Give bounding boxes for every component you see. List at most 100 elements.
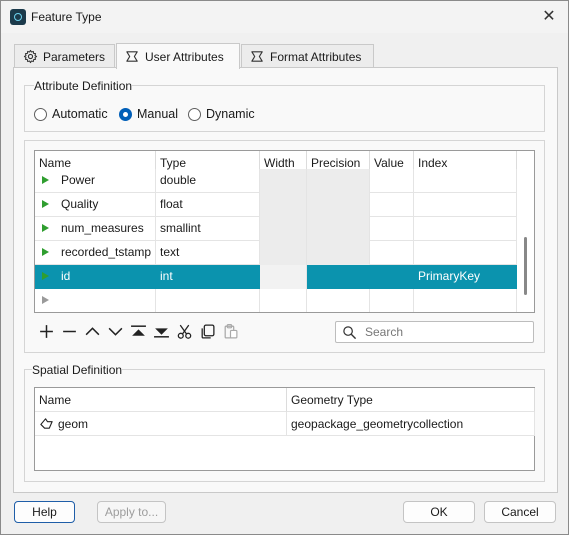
radio-indicator-checked — [119, 107, 132, 121]
cell-index[interactable] — [414, 217, 517, 241]
cell-geometry-name[interactable]: geom — [35, 412, 287, 436]
move-top-icon[interactable] — [129, 322, 148, 341]
search-input[interactable] — [363, 324, 528, 340]
cell-type[interactable]: smallint — [156, 217, 260, 241]
cell-value[interactable] — [370, 265, 414, 289]
radio-manual-label: Manual — [137, 107, 178, 121]
cell-precision[interactable] — [307, 169, 370, 193]
cell-width[interactable] — [260, 289, 307, 312]
cell-type[interactable]: int — [156, 265, 260, 289]
table-row-new[interactable] — [35, 289, 517, 312]
vertical-scrollbar[interactable] — [517, 151, 533, 312]
cell-name[interactable]: recorded_tstamp — [35, 241, 156, 265]
cell-name-text: Power — [61, 173, 96, 187]
cell-index[interactable] — [414, 193, 517, 217]
paste-icon[interactable] — [221, 322, 240, 341]
cell-type[interactable] — [156, 289, 260, 312]
cell-name[interactable]: num_measures — [35, 217, 156, 241]
cell-width[interactable] — [260, 265, 307, 289]
radio-manual[interactable]: Manual — [119, 107, 178, 121]
cell-type[interactable]: double — [156, 169, 260, 193]
column-header-name[interactable]: Name — [35, 388, 287, 412]
cell-index[interactable]: PrimaryKey — [414, 265, 517, 289]
ok-button[interactable]: OK — [403, 501, 475, 523]
table-row[interactable]: Power double — [35, 169, 517, 193]
feature-type-dialog: Feature Type ✕ Parameters User Attribute… — [0, 0, 569, 535]
apply-to-button[interactable]: Apply to... — [97, 501, 166, 523]
cell-width[interactable] — [260, 193, 307, 217]
cell-precision[interactable] — [307, 217, 370, 241]
row-arrow-icon — [42, 223, 49, 232]
cell-precision[interactable] — [307, 265, 370, 289]
radio-automatic[interactable]: Automatic — [34, 107, 108, 121]
attribute-icon — [126, 51, 138, 62]
cell-name[interactable] — [35, 289, 156, 312]
cell-value[interactable] — [370, 193, 414, 217]
search-icon — [343, 326, 357, 340]
cell-name-text: num_measures — [61, 221, 144, 235]
tab-format-attributes[interactable]: Format Attributes — [241, 44, 374, 68]
tab-format-attributes-label: Format Attributes — [270, 49, 362, 64]
new-row-arrow-icon — [42, 295, 49, 304]
move-bottom-icon[interactable] — [152, 322, 171, 341]
table-row[interactable]: num_measures smallint — [35, 217, 517, 241]
geometry-icon — [40, 418, 53, 430]
radio-indicator — [34, 107, 47, 121]
tab-parameters[interactable]: Parameters — [14, 44, 115, 68]
cell-name[interactable]: Quality — [35, 193, 156, 217]
title-bar: Feature Type ✕ — [1, 1, 568, 33]
tab-user-attributes[interactable]: User Attributes — [116, 43, 240, 69]
cell-width[interactable] — [260, 241, 307, 265]
cell-index[interactable] — [414, 241, 517, 265]
tab-user-attributes-label: User Attributes — [145, 49, 224, 64]
cell-width[interactable] — [260, 169, 307, 193]
copy-icon[interactable] — [198, 322, 217, 341]
cancel-button[interactable]: Cancel — [484, 501, 556, 523]
cell-index[interactable] — [414, 289, 517, 312]
cell-type[interactable]: float — [156, 193, 260, 217]
cell-precision[interactable] — [307, 289, 370, 312]
radio-indicator — [188, 107, 201, 121]
spatial-table[interactable]: Name Geometry Type geom geopackage_geome… — [34, 387, 535, 471]
help-button[interactable]: Help — [14, 501, 75, 523]
row-arrow-icon — [42, 247, 49, 256]
cut-icon[interactable] — [175, 322, 194, 341]
column-header-geometry-type[interactable]: Geometry Type — [287, 388, 535, 412]
tab-parameters-label: Parameters — [43, 49, 106, 64]
cell-type[interactable]: text — [156, 241, 260, 265]
cell-precision[interactable] — [307, 241, 370, 265]
row-arrow-icon — [42, 199, 49, 208]
cell-value[interactable] — [370, 169, 414, 193]
move-up-icon[interactable] — [83, 322, 102, 341]
attribute-definition-title: Attribute Definition — [34, 79, 133, 93]
row-arrow-icon — [42, 271, 49, 280]
cell-value[interactable] — [370, 217, 414, 241]
cell-value[interactable] — [370, 241, 414, 265]
scrollbar-thumb[interactable] — [524, 237, 527, 295]
table-toolbar — [37, 322, 240, 341]
close-icon[interactable]: ✕ — [538, 6, 560, 28]
search-box[interactable] — [335, 321, 534, 343]
remove-icon[interactable] — [60, 322, 79, 341]
table-row[interactable]: recorded_tstamp text — [35, 241, 517, 265]
attribute-table[interactable]: Name Type Width Precision Value Index Po… — [34, 150, 535, 313]
cell-index[interactable] — [414, 169, 517, 193]
spatial-definition-title: Spatial Definition — [32, 363, 123, 377]
cell-name-text: recorded_tstamp — [61, 245, 152, 259]
window-title: Feature Type — [31, 10, 102, 24]
add-icon[interactable] — [37, 322, 56, 341]
cell-geometry-type[interactable]: geopackage_geometrycollection — [287, 412, 535, 436]
table-row-selected[interactable]: id int PrimaryKey — [35, 265, 517, 289]
app-icon — [10, 9, 26, 25]
attribute-icon — [251, 51, 263, 62]
cell-name[interactable]: id — [35, 265, 156, 289]
cell-width[interactable] — [260, 217, 307, 241]
cell-precision[interactable] — [307, 193, 370, 217]
move-down-icon[interactable] — [106, 322, 125, 341]
radio-automatic-label: Automatic — [52, 107, 108, 121]
cell-name[interactable]: Power — [35, 169, 156, 193]
table-row[interactable]: Quality float — [35, 193, 517, 217]
cell-value[interactable] — [370, 289, 414, 312]
gear-icon — [23, 49, 38, 64]
radio-dynamic[interactable]: Dynamic — [188, 107, 255, 121]
